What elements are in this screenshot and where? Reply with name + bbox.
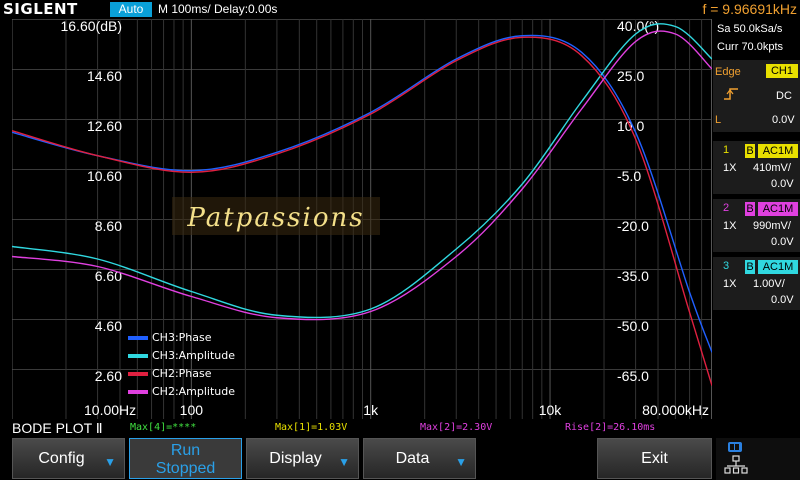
bode-plot-area[interactable]: 16.60(dB) 14.60 12.60 10.60 8.60 6.60 4.60 2.60… xyxy=(12,19,712,419)
brand-logo: SIGLENT xyxy=(3,0,78,18)
legend-swatch xyxy=(128,390,148,394)
exit-button[interactable]: Exit xyxy=(597,438,712,479)
exit-label: Exit xyxy=(641,450,668,467)
left-axis-tick-label: 16.60(dB) xyxy=(61,19,122,34)
top-status-bar: SIGLENT Auto M 100ms/ Delay:0.00s f = 9.… xyxy=(0,0,800,19)
legend-label: CH2:Amplitude xyxy=(152,385,235,398)
left-axis-tick-label: 2.60 xyxy=(95,368,122,384)
measurement-max1: Max[1]=1.03V xyxy=(275,422,348,433)
left-axis-tick-label: 4.60 xyxy=(95,318,122,334)
data-label: Data xyxy=(395,450,430,467)
legend-label: CH3:Phase xyxy=(152,331,212,344)
measurement-max2: Max[2]=2.30V xyxy=(420,422,493,433)
display-label: Display xyxy=(269,450,322,467)
softkey-bar: Config ▼ Run Stopped Display ▼ Data ▼ Ex… xyxy=(0,437,800,480)
vertical-scale: 410mV/ xyxy=(753,162,791,174)
run-stopped-button[interactable]: Run Stopped xyxy=(129,438,242,479)
right-axis-tick-label: -65.0 xyxy=(617,368,649,384)
channel-coupling: AC1M xyxy=(758,260,798,274)
sample-rate: Sa 50.0kSa/s xyxy=(717,23,783,35)
channel-coupling: AC1M xyxy=(758,144,798,158)
trigger-panel[interactable]: Edge CH1 DC L 0.0V xyxy=(713,60,800,132)
right-axis-tick-label: -35.0 xyxy=(617,268,649,284)
memory-depth: Curr 70.0kpts xyxy=(717,41,784,53)
x-axis-tick-label: 10.00Hz xyxy=(84,402,136,418)
right-info-panel: Sa 50.0kSa/s Curr 70.0kpts Edge CH1 DC L… xyxy=(713,19,800,419)
channel-number: 2 xyxy=(723,202,730,214)
vertical-scale: 990mV/ xyxy=(753,220,791,232)
bandwidth-limit-badge: B xyxy=(745,202,755,216)
watermark-text: Patpassions xyxy=(186,203,364,233)
trigger-mode-badge[interactable]: Auto xyxy=(110,2,152,17)
measurement-max4: Max[4]=**** xyxy=(130,422,197,433)
channel-number: 1 xyxy=(723,144,730,156)
probe-ratio: 1X xyxy=(723,220,737,232)
vertical-offset: 0.0V xyxy=(771,178,794,190)
measurement-rise2: Rise[2]=26.10ms xyxy=(565,422,656,433)
config-button[interactable]: Config ▼ xyxy=(12,438,125,479)
chevron-down-icon: ▼ xyxy=(104,455,116,469)
left-axis-tick-label: 10.60 xyxy=(87,168,122,184)
legend-swatch xyxy=(128,336,148,340)
probe-ratio: 1X xyxy=(723,278,737,290)
run-label: Run xyxy=(170,442,201,459)
frequency-readout: f = 9.96691kHz xyxy=(702,1,797,17)
legend-label: CH3:Amplitude xyxy=(152,349,235,362)
left-axis-tick-label: 6.60 xyxy=(95,268,122,284)
right-axis-tick-label: -50.0 xyxy=(617,318,649,334)
right-axis-tick-label: 25.0 xyxy=(617,68,644,84)
left-axis-tick-label: 8.60 xyxy=(95,218,122,234)
chevron-down-icon: ▼ xyxy=(338,455,350,469)
bode-plot-svg: 16.60(dB) 14.60 12.60 10.60 8.60 6.60 4.60 2.60… xyxy=(12,19,712,419)
display-button[interactable]: Display ▼ xyxy=(246,438,359,479)
bode-plot-title: BODE PLOT Ⅱ xyxy=(12,420,103,436)
right-axis-tick-label: -5.0 xyxy=(617,168,641,184)
vertical-offset: 0.0V xyxy=(771,236,794,248)
bandwidth-limit-badge: B xyxy=(745,144,755,158)
run-stopped-label: Run Stopped xyxy=(130,442,241,478)
channel-1-panel[interactable]: 1 B AC1M 1X 410mV/ 0.0V xyxy=(713,141,800,194)
x-axis-tick-label: 80.000kHz xyxy=(642,402,709,418)
x-axis-tick-label: 100 xyxy=(180,402,204,418)
x-axis-tick-label: 10k xyxy=(539,402,563,418)
probe-ratio: 1X xyxy=(723,162,737,174)
left-axis-tick-label: 12.60 xyxy=(87,118,122,134)
legend-swatch xyxy=(128,372,148,376)
x-axis-tick-label: 1k xyxy=(363,402,379,418)
network-status xyxy=(716,438,800,480)
bandwidth-limit-badge: B xyxy=(745,260,755,274)
trigger-type: Edge xyxy=(715,66,741,78)
rising-edge-icon xyxy=(724,88,738,100)
left-axis-tick-label: 14.60 xyxy=(87,68,122,84)
vertical-scale: 1.00V/ xyxy=(753,278,785,290)
trigger-level-label: L xyxy=(715,114,722,126)
channel-coupling: AC1M xyxy=(758,202,798,216)
stopped-label: Stopped xyxy=(155,460,216,477)
legend-swatch xyxy=(128,354,148,358)
measurement-status-bar: BODE PLOT Ⅱ Max[4]=**** Max[1]=1.03V Max… xyxy=(0,419,800,437)
channel-3-panel[interactable]: 3 B AC1M 1X 1.00V/ 0.0V xyxy=(713,257,800,310)
timebase-readout: M 100ms/ Delay:0.00s xyxy=(158,2,278,16)
legend-label: CH2:Phase xyxy=(152,367,212,380)
chevron-down-icon: ▼ xyxy=(455,455,467,469)
right-axis-tick-label: -20.0 xyxy=(617,218,649,234)
trigger-coupling: DC xyxy=(776,90,792,102)
data-button[interactable]: Data ▼ xyxy=(363,438,476,479)
trigger-level: 0.0V xyxy=(772,114,795,126)
channel-2-panel[interactable]: 2 B AC1M 1X 990mV/ 0.0V xyxy=(713,199,800,252)
channel-number: 3 xyxy=(723,260,730,272)
network-icon xyxy=(724,442,748,474)
vertical-offset: 0.0V xyxy=(771,294,794,306)
trigger-source: CH1 xyxy=(766,64,798,78)
config-label: Config xyxy=(38,450,85,467)
